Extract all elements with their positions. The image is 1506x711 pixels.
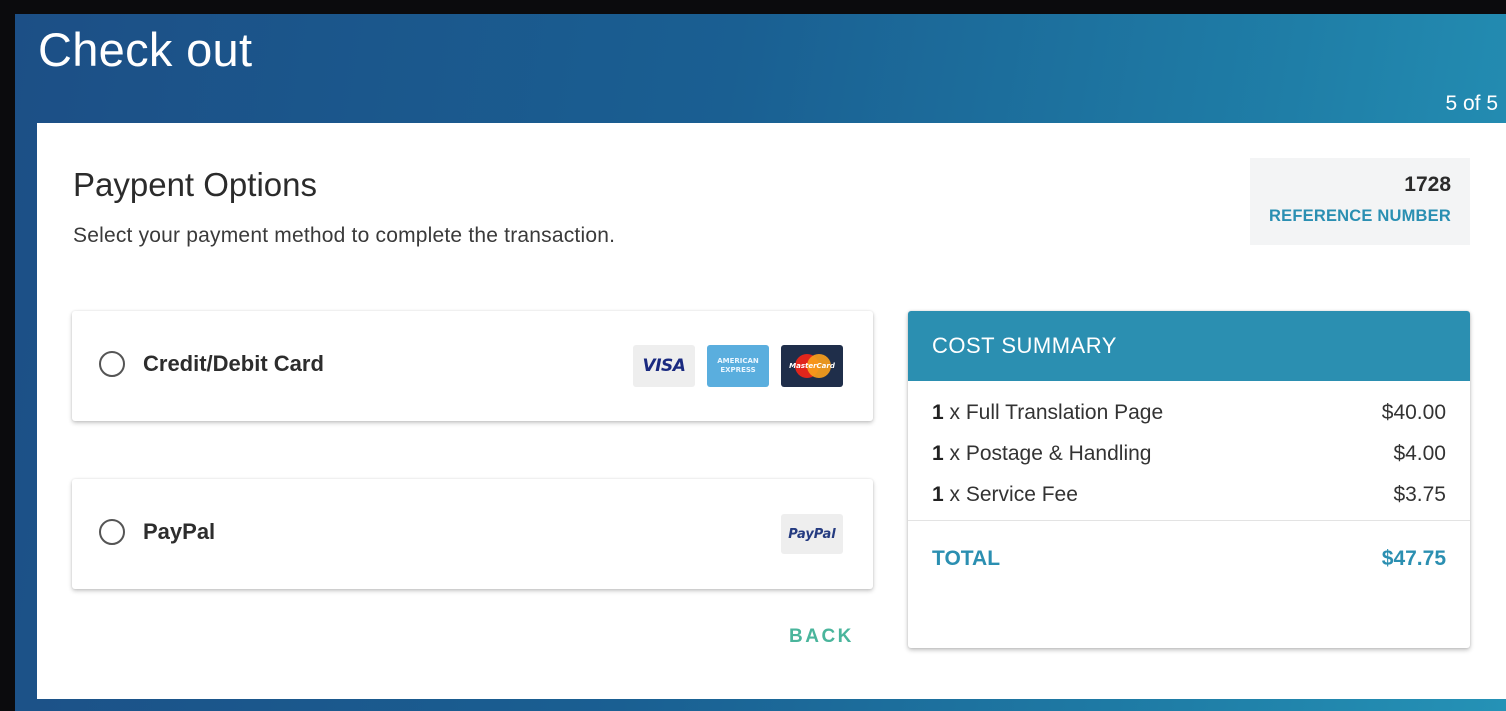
credit-card-radio[interactable] [99,351,125,377]
cost-item: 1 x Service Fee $3.75 [932,481,1446,522]
page-header-title: Check out [38,23,253,76]
payment-option-paypal[interactable]: PayPal PayPal [72,479,873,589]
total-row: TOTAL $47.75 [908,547,1470,571]
cost-item-desc: 1 x Postage & Handling [932,442,1152,465]
back-button[interactable]: BACK [789,626,854,648]
page-subtitle: Select your payment method to complete t… [73,224,616,247]
total-label: TOTAL [932,547,1001,570]
card-logos: VISA AMERICAN EXPRESS MasterCard [633,345,843,387]
cost-item-price: $3.75 [1393,483,1446,506]
paypal-label: PayPal [143,519,216,544]
cost-item-desc: 1 x Service Fee [932,483,1078,506]
paypal-logos: PayPal [781,514,843,554]
checkout-window: Check out 5 of 5 Paypent Options Select … [15,14,1506,711]
checkout-card: Paypent Options Select your payment meth… [37,123,1506,699]
paypal-logo-icon: PayPal [781,514,843,554]
cost-item: 1 x Postage & Handling $4.00 [932,440,1446,481]
reference-box: 1728 REFERENCE NUMBER [1250,158,1470,245]
reference-label: REFERENCE NUMBER [1269,207,1451,225]
payment-option-card[interactable]: Credit/Debit Card VISA AMERICAN EXPRESS … [72,311,873,421]
reference-number: 1728 [1404,173,1451,196]
credit-card-label: Credit/Debit Card [143,351,324,376]
cost-item-price: $4.00 [1393,442,1446,465]
cost-summary-panel: COST SUMMARY 1 x Full Translation Page $… [908,311,1470,648]
cost-item-price: $40.00 [1381,401,1446,424]
visa-logo-icon: VISA [633,345,695,387]
cost-summary-title: COST SUMMARY [908,311,1470,381]
step-indicator: 5 of 5 [1445,92,1498,115]
cost-item-desc: 1 x Full Translation Page [932,401,1164,424]
paypal-radio[interactable] [99,519,125,545]
mastercard-logo-icon: MasterCard [781,345,843,387]
cost-item: 1 x Full Translation Page $40.00 [932,399,1446,440]
cost-items: 1 x Full Translation Page $40.00 1 x Pos… [908,381,1470,521]
total-value: $47.75 [1381,547,1446,570]
page-title: Paypent Options [73,166,317,203]
amex-logo-icon: AMERICAN EXPRESS [707,345,769,387]
